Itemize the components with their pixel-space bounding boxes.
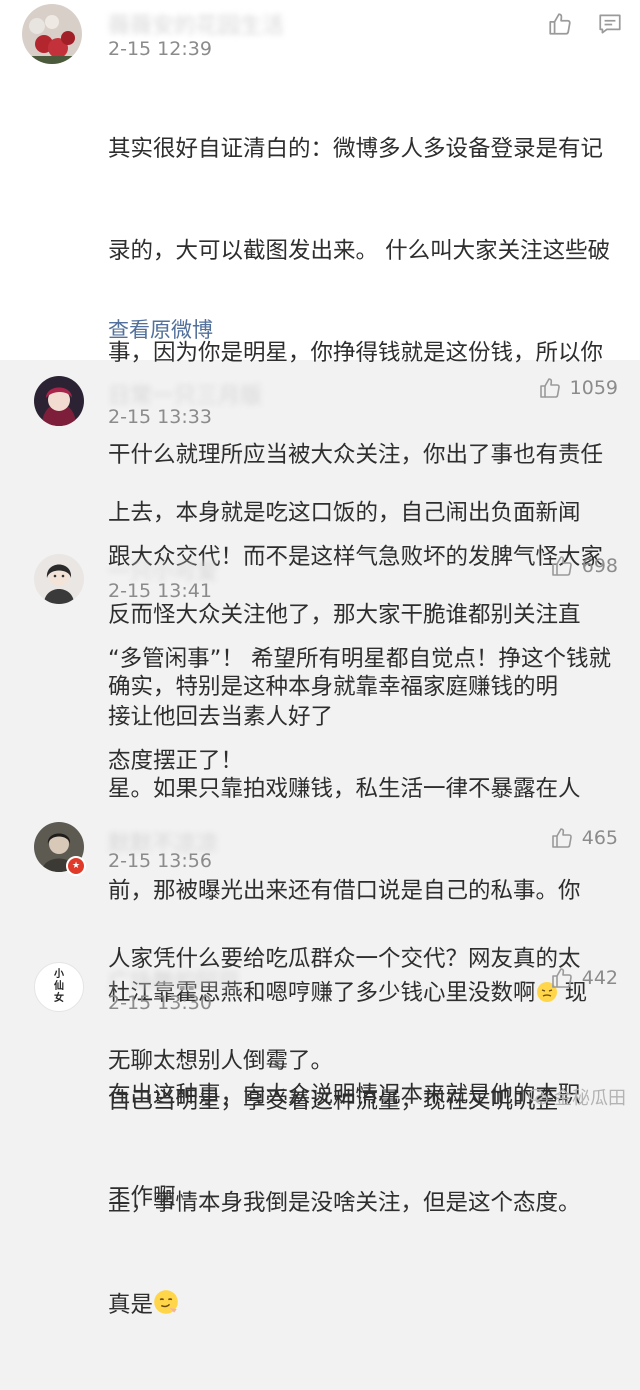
comment-line-text: 真是 [108,1292,154,1318]
comment-like-button[interactable]: 465 [550,826,618,850]
comment-like-button[interactable]: 1059 [538,376,618,400]
comment-line: 星。如果只靠拍戏赚钱，私生活一律不暴露在人 [108,776,581,802]
commenter-name[interactable]: 默默不凉凉 [108,826,218,857]
thumbs-up-icon [551,968,572,988]
comment-like-button[interactable]: 442 [550,966,618,990]
comment-icon [599,14,621,34]
post-avatar[interactable] [22,4,82,64]
view-original-link[interactable]: 查看原微博 [108,314,213,344]
comment-line: 自己当明星，享受着这种流量，现在又叽叽歪 [108,1088,559,1114]
post-actions [542,6,628,42]
like-count: 1059 [569,377,618,399]
post-line: 其实很好自证清白的：微博多人多设备登录是有记 [108,136,604,162]
commenter-avatar[interactable]: 小 仙 女 [34,962,84,1012]
comment-like-button[interactable]: 698 [550,554,618,578]
comment-time: 2-15 13:56 [108,850,212,872]
comment-line: 歪，事情本身我倒是没啥关注，但是这个态度。 [108,1190,581,1216]
comment-time: 2-15 13:33 [108,406,212,428]
like-count: 442 [581,967,618,989]
post-author-name[interactable]: 薇薇安的花园生活 [108,8,284,39]
thumbs-up-icon [551,556,572,576]
commenter-name[interactable]: 广场舞的阿巴 [108,964,240,995]
comment-item: 一只小可爱 2-15 13:41 698 确实，特别是这种本身就靠幸福家庭赚钱的… [0,540,640,1210]
like-count: 698 [581,555,618,577]
like-button[interactable] [542,6,578,42]
watermark-text: 金秘瓜田 [554,1088,626,1109]
thumbs-up-icon [551,828,572,848]
comment-time: 2-15 13:30 [108,992,212,1014]
post-time: 2-15 12:39 [108,38,212,60]
comment-line: 真是 [108,1288,581,1322]
comment-line: 上去，本身就是吃这口饭的，自己闹出负面新闻 [108,500,581,526]
comment-item: ★ 默默不凉凉 2-15 13:56 465 人家凭什么要给吃瓜群众一个交代？网… [0,812,640,1074]
comment-line: 确实，特别是这种本身就靠幸福家庭赚钱的明 [108,674,559,700]
like-count: 465 [581,827,618,849]
verified-badge-icon: ★ [66,856,86,876]
thumbs-up-icon [549,13,571,35]
comment-content: 自己当明星，享受着这种流量，现在又叽叽歪 歪，事情本身我倒是没啥关注，但是这个态… [108,1016,581,1390]
post-line: 录的，大可以截图发出来。 什么叫大家关注这些破 [108,238,611,264]
wechat-icon [528,1088,548,1105]
comment-time: 2-15 13:41 [108,580,212,602]
comment-button[interactable] [592,6,628,42]
commenter-name[interactable]: 日常一只三月版 [108,378,262,409]
commenter-avatar[interactable] [34,554,84,604]
commenter-name[interactable]: 一只小可爱 [108,554,218,585]
watermark: 金秘瓜田 [528,1084,626,1110]
thumbs-up-icon [539,378,560,398]
original-post: 薇薇安的花园生活 2-15 12:39 其实很好自证清白的：微博多人多设备登录是… [0,0,640,774]
comment-item: 日常一只三月版 2-15 13:33 1059 上去，本身就是吃这口饭的，自己闹… [0,362,640,730]
commenter-avatar[interactable] [34,376,84,426]
smirk-emoji-icon [154,1290,178,1314]
avatar-text: 小 仙 女 [54,969,64,1004]
